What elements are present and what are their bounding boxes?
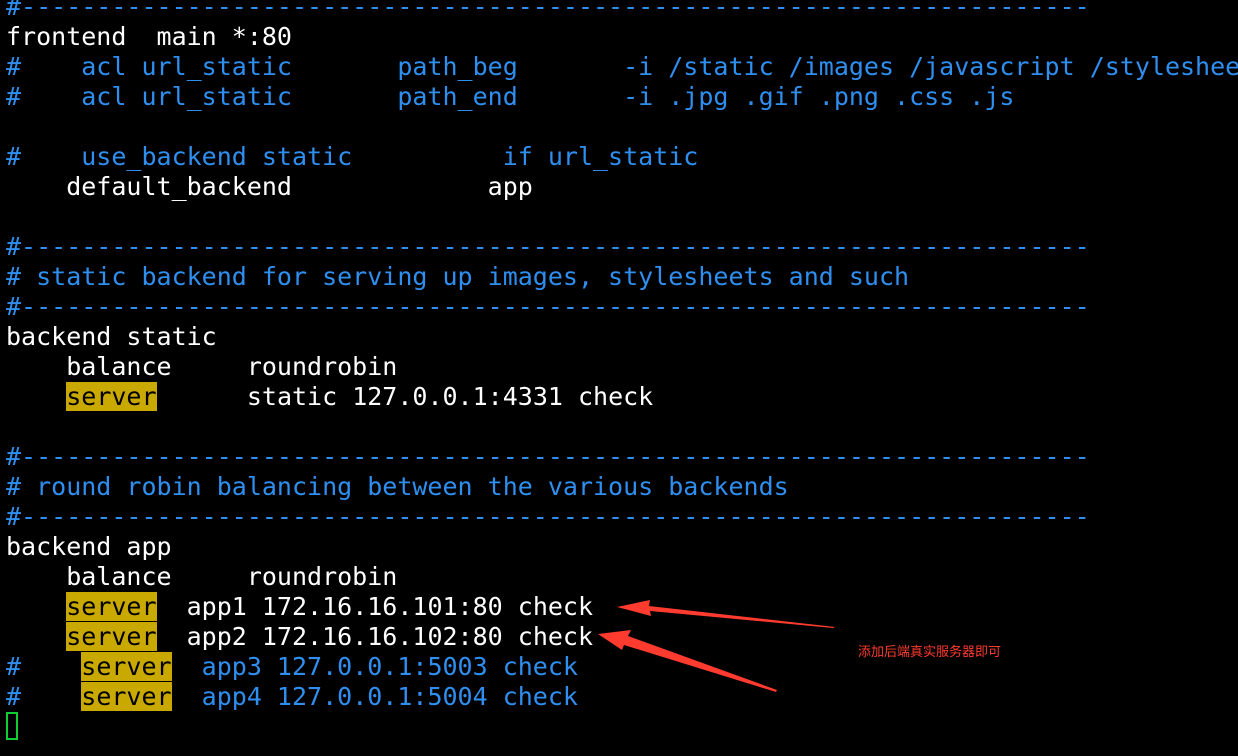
line-segment: backend app: [6, 532, 172, 561]
line-segment: [6, 592, 66, 621]
server-app4-line: # server app4 127.0.0.1:5004 check: [6, 682, 578, 712]
server-app2-line: server app2 172.16.16.102:80 check: [6, 622, 593, 652]
search-highlight: server: [66, 382, 157, 411]
line-segment: backend static: [6, 322, 217, 351]
search-highlight: server: [81, 652, 172, 681]
separator-static-top: #---------------------------------------…: [6, 232, 1090, 262]
line-segment: app4 127.0.0.1:5004 check: [171, 682, 578, 711]
app-comment-line: # round robin balancing between the vari…: [6, 472, 789, 502]
line-segment: #: [6, 652, 82, 681]
line-segment: #---------------------------------------…: [6, 292, 1090, 321]
acl-path-end-line: # acl url_static path_end -i .jpg .gif .…: [6, 82, 1014, 112]
frontend-line: frontend main *:80: [6, 22, 292, 52]
use-backend-line: # use_backend static if url_static: [6, 142, 698, 172]
balance-app-line: balance roundrobin: [6, 562, 397, 592]
default-backend-line: default_backend app: [6, 172, 533, 202]
search-highlight: server: [66, 622, 157, 651]
line-segment: #---------------------------------------…: [6, 232, 1090, 261]
arrow-app1-icon: [617, 600, 835, 628]
backend-app-line: backend app: [6, 532, 172, 562]
line-segment: #---------------------------------------…: [6, 442, 1090, 471]
line-segment: [6, 382, 66, 411]
line-segment: # use_backend static if url_static: [6, 142, 699, 171]
line-segment: #---------------------------------------…: [6, 502, 1090, 531]
line-segment: static 127.0.0.1:4331 check: [156, 382, 654, 411]
annotation-note: 添加后端真实服务器即可: [858, 645, 1002, 660]
line-segment: #: [6, 682, 82, 711]
terminal-window[interactable]: #---------------------------------------…: [0, 0, 1238, 756]
static-comment-line: # static backend for serving up images, …: [6, 262, 909, 292]
separator-top: #---------------------------------------…: [6, 0, 1090, 22]
line-segment: balance roundrobin: [6, 352, 398, 381]
acl-path-beg-line: # acl url_static path_beg -i /static /im…: [6, 52, 1238, 82]
backend-static-line: backend static: [6, 322, 217, 352]
line-segment: frontend main *:80: [6, 22, 292, 51]
search-highlight: server: [81, 682, 172, 711]
separator-static-bottom: #---------------------------------------…: [6, 292, 1090, 322]
server-app1-line: server app1 172.16.16.101:80 check: [6, 592, 593, 622]
line-segment: app3 127.0.0.1:5003 check: [171, 652, 578, 681]
line-segment: app1 172.16.16.101:80 check: [156, 592, 594, 621]
line-segment: [6, 622, 66, 651]
line-segment: # static backend for serving up images, …: [6, 262, 910, 291]
search-highlight: server: [66, 592, 157, 621]
line-segment: balance roundrobin: [6, 562, 398, 591]
server-app3-line: # server app3 127.0.0.1:5003 check: [6, 652, 578, 682]
line-segment: # acl url_static path_beg -i /static /im…: [6, 52, 1238, 81]
server-static-line: server static 127.0.0.1:4331 check: [6, 382, 653, 412]
separator-app-bottom: #---------------------------------------…: [6, 502, 1090, 532]
arrow-app2-icon: [598, 630, 777, 692]
line-segment: #---------------------------------------…: [6, 0, 1090, 21]
balance-static-line: balance roundrobin: [6, 352, 397, 382]
line-segment: # round robin balancing between the vari…: [6, 472, 789, 501]
line-segment: # acl url_static path_end -i .jpg .gif .…: [6, 82, 1015, 111]
line-segment: app2 172.16.16.102:80 check: [156, 622, 594, 651]
text-cursor: [6, 712, 18, 740]
separator-app-top: #---------------------------------------…: [6, 442, 1090, 472]
line-segment: default_backend app: [6, 172, 533, 201]
